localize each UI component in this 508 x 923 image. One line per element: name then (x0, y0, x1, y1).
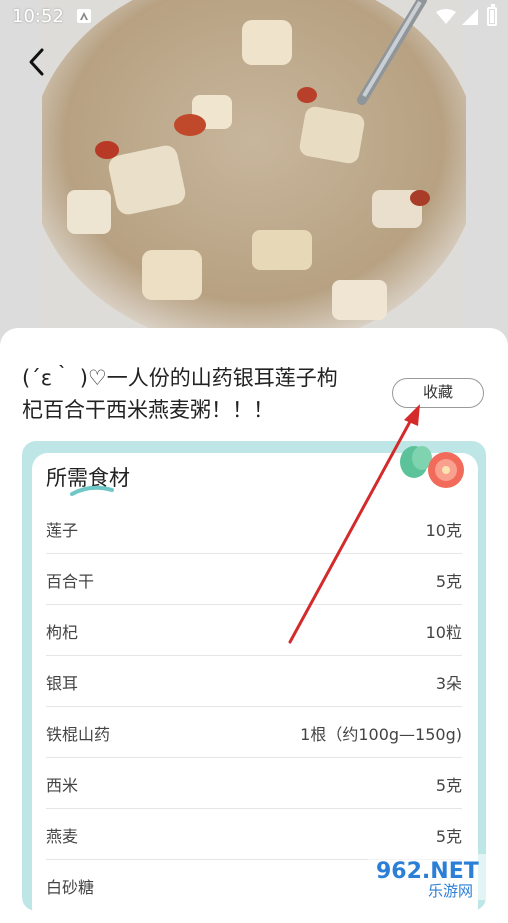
recipe-title-line-2: 杞百合干西米燕麦粥！！！ (22, 398, 274, 422)
ingredient-name: 西米 (46, 776, 79, 795)
wifi-icon (436, 9, 456, 24)
status-bar: 10:52 (0, 0, 508, 36)
ingredient-name: 百合干 (46, 572, 95, 591)
ingredient-row: 银耳 3朵 (46, 657, 462, 707)
ingredient-row: 莲子 10克 (46, 504, 462, 554)
ingredient-name: 白砂糖 (46, 878, 95, 897)
ingredient-amount: 5克 (435, 572, 462, 591)
favorite-button[interactable]: 收藏 (392, 378, 484, 408)
ingredient-row: 燕麦 5克 (46, 810, 462, 860)
recipe-title: (´ε｀ )♡一人份的山药银耳莲子枸 杞百合干西米燕麦粥！！！ (22, 362, 372, 426)
recipe-title-line-1: (´ε｀ )♡一人份的山药银耳莲子枸 (22, 366, 338, 390)
notification-icon (77, 9, 91, 23)
ingredient-name: 枸杞 (46, 623, 79, 642)
back-button[interactable] (20, 44, 56, 80)
ingredient-row: 百合干 5克 (46, 555, 462, 605)
ingredient-amount: 3朵 (435, 674, 462, 693)
ingredient-amount: 5克 (435, 827, 462, 846)
ingredient-row: 枸杞 10粒 (46, 606, 462, 656)
ingredient-row: 铁棍山药 1根（约100g—150g) (46, 708, 462, 758)
heading-underline-decoration (70, 485, 114, 496)
vegetable-decoration-icon (400, 446, 464, 488)
ingredient-name: 莲子 (46, 521, 79, 540)
ingredient-row: 西米 5克 (46, 759, 462, 809)
ingredient-amount: 10克 (425, 521, 462, 540)
watermark-logo: 962.NET 乐游网 (368, 854, 504, 900)
chevron-left-icon (29, 48, 44, 76)
watermark-subtitle: 乐游网 (428, 882, 473, 900)
battery-icon (487, 4, 497, 26)
ingredient-name: 铁棍山药 (46, 725, 111, 744)
ingredient-name: 银耳 (46, 674, 79, 693)
recipe-photo (42, 0, 466, 342)
signal-icon (462, 9, 478, 25)
ingredient-amount: 10粒 (425, 623, 462, 642)
watermark-brand: 962.NET (376, 859, 479, 884)
status-time: 10:52 (12, 6, 64, 27)
ingredient-amount: 5克 (435, 776, 462, 795)
ingredient-name: 燕麦 (46, 827, 79, 846)
ingredient-amount: 1根（约100g—150g) (300, 725, 462, 744)
